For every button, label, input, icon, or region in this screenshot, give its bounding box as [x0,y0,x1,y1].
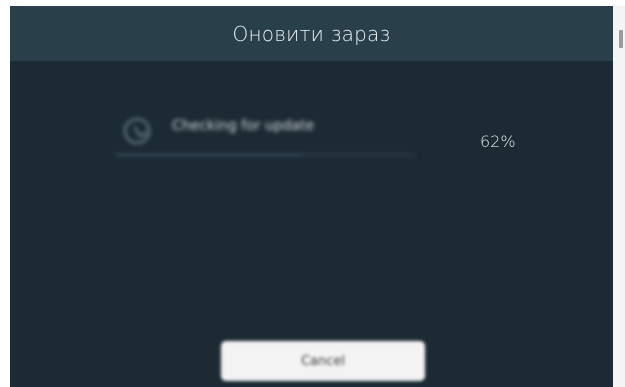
dialog-title: Оновити зараз [232,21,391,46]
update-dialog: Оновити зараз Checking for update 62% Ca… [10,6,613,387]
background-edge [613,6,625,387]
progress-bar [116,154,416,156]
progress-bar-fill [116,154,302,156]
status-text: Checking for update [172,118,315,134]
spinner-icon [124,118,150,144]
dialog-title-bar: Оновити зараз [10,6,613,61]
progress-row: Checking for update [116,106,416,156]
progress-percent: 62% [480,132,516,151]
cancel-button-label: Cancel [300,353,346,369]
edge-marker [619,30,623,48]
cancel-button[interactable]: Cancel [221,341,425,381]
